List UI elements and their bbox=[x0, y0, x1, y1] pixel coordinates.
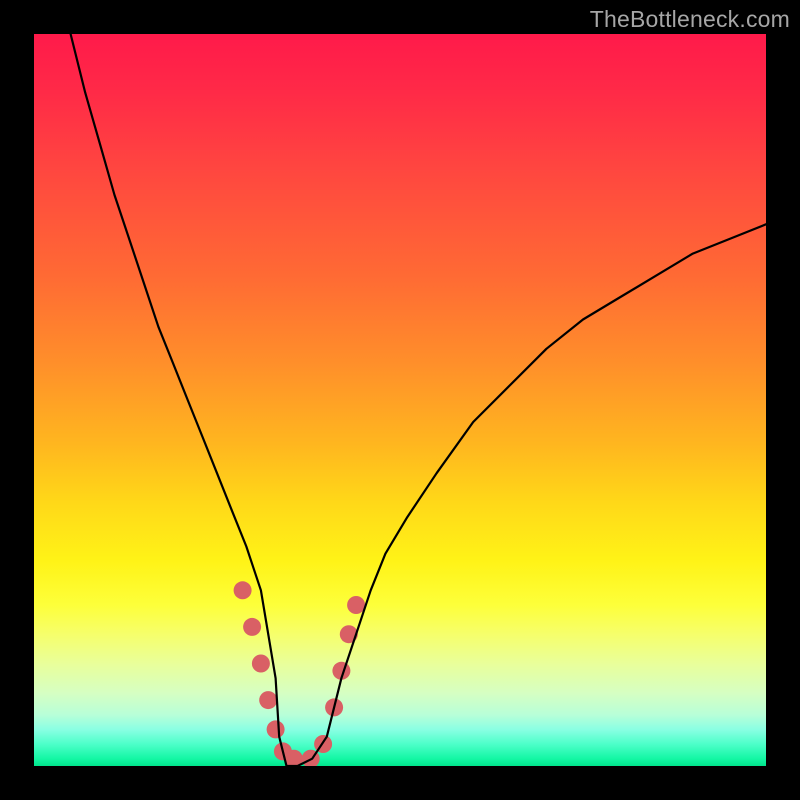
bottleneck-curve bbox=[71, 34, 766, 766]
watermark-label: TheBottleneck.com bbox=[590, 6, 790, 33]
marker-group bbox=[234, 581, 366, 766]
marker-dot bbox=[234, 581, 252, 599]
chart-overlay bbox=[34, 34, 766, 766]
chart-frame: TheBottleneck.com bbox=[0, 0, 800, 800]
marker-dot bbox=[259, 691, 277, 709]
plot-area bbox=[34, 34, 766, 766]
marker-dot bbox=[347, 596, 365, 614]
marker-dot bbox=[252, 655, 270, 673]
marker-dot bbox=[267, 720, 285, 738]
marker-dot bbox=[243, 618, 261, 636]
